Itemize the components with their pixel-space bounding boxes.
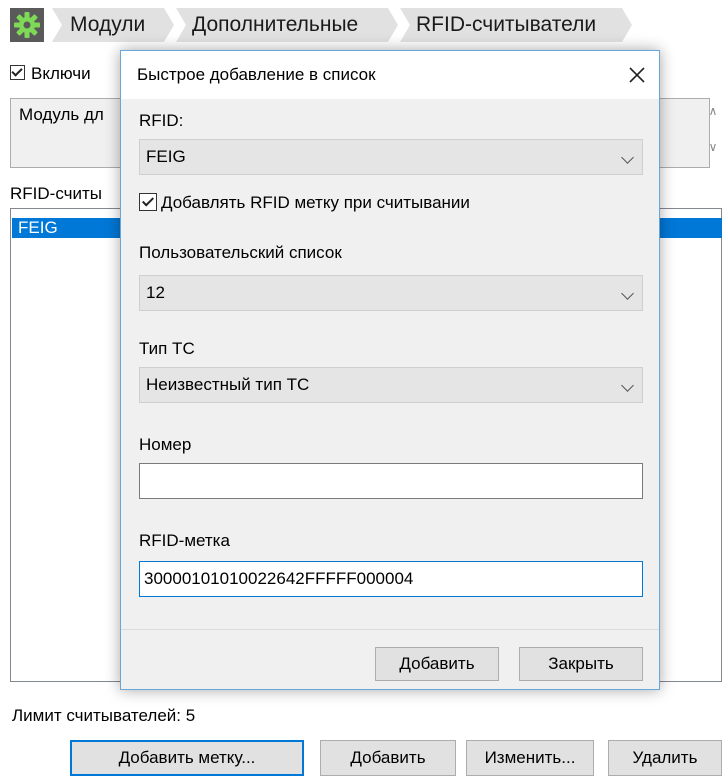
vehicle-type-label: Тип ТС xyxy=(139,339,195,358)
checkbox-checked-icon[interactable] xyxy=(10,65,25,80)
rfid-select[interactable]: FEIG xyxy=(139,139,643,175)
modules-gear-icon[interactable] xyxy=(10,8,44,42)
reader-limit-value: 5 xyxy=(185,706,196,725)
delete-reader-button[interactable]: Удалить xyxy=(608,740,722,776)
reader-limit-label: Лимит считывателей: xyxy=(12,706,182,725)
edit-reader-button[interactable]: Изменить... xyxy=(466,740,594,776)
breadcrumb: Модули Дополнительные RFID-считыватели xyxy=(0,0,722,50)
chevron-down-icon xyxy=(621,379,634,392)
number-input[interactable] xyxy=(139,463,643,499)
close-icon[interactable] xyxy=(621,59,653,91)
breadcrumb-item-rfid-readers[interactable]: RFID-считыватели xyxy=(400,8,632,42)
dialog-add-button[interactable]: Добавить xyxy=(375,647,499,681)
add-tag-button[interactable]: Добавить метку... xyxy=(70,740,304,776)
rfid-tag-input[interactable]: 30000101010022642FFFFF000004 xyxy=(139,561,643,597)
module-description-text: Модуль дл xyxy=(19,105,104,124)
user-list-select-value: 12 xyxy=(146,283,165,302)
rfid-label: RFID: xyxy=(139,111,184,130)
vehicle-type-select[interactable]: Неизвестный тип ТС xyxy=(139,367,643,403)
enable-checkbox[interactable]: Включи xyxy=(10,64,91,84)
add-on-read-label: Добавлять RFID метку при считывании xyxy=(161,193,470,212)
user-list-select[interactable]: 12 xyxy=(139,275,643,311)
dialog-title: Быстрое добавление в список xyxy=(137,65,376,84)
user-list-label: Пользовательский список xyxy=(139,243,342,262)
breadcrumb-item-modules[interactable]: Модули xyxy=(52,8,174,42)
scroll-down-icon[interactable]: ∨ xyxy=(704,140,722,154)
add-on-read-checkbox[interactable]: Добавлять RFID метку при считывании xyxy=(139,193,470,213)
enable-checkbox-label: Включи xyxy=(31,64,91,83)
dialog-close-button[interactable]: Закрыть xyxy=(519,647,643,681)
scroll-up-icon[interactable]: ∧ xyxy=(704,104,722,118)
rfid-select-value: FEIG xyxy=(146,147,186,166)
chevron-down-icon xyxy=(621,287,634,300)
rfid-readers-label: RFID-считы xyxy=(10,184,102,203)
add-reader-button[interactable]: Добавить xyxy=(320,740,456,776)
rfid-tag-label: RFID-метка xyxy=(139,531,230,550)
dialog-title-bar[interactable]: Быстрое добавление в список xyxy=(121,51,659,99)
quick-add-dialog: Быстрое добавление в список RFID: FEIG Д… xyxy=(120,50,660,690)
module-description-scrollbar[interactable]: ∧ ∨ xyxy=(704,98,722,168)
chevron-down-icon xyxy=(621,151,634,164)
checkbox-checked-icon[interactable] xyxy=(139,193,157,211)
number-label: Номер xyxy=(139,435,192,454)
vehicle-type-select-value: Неизвестный тип ТС xyxy=(146,375,310,394)
breadcrumb-item-additional[interactable]: Дополнительные xyxy=(176,8,398,42)
reader-limit: Лимит считывателей: 5 xyxy=(12,706,195,726)
